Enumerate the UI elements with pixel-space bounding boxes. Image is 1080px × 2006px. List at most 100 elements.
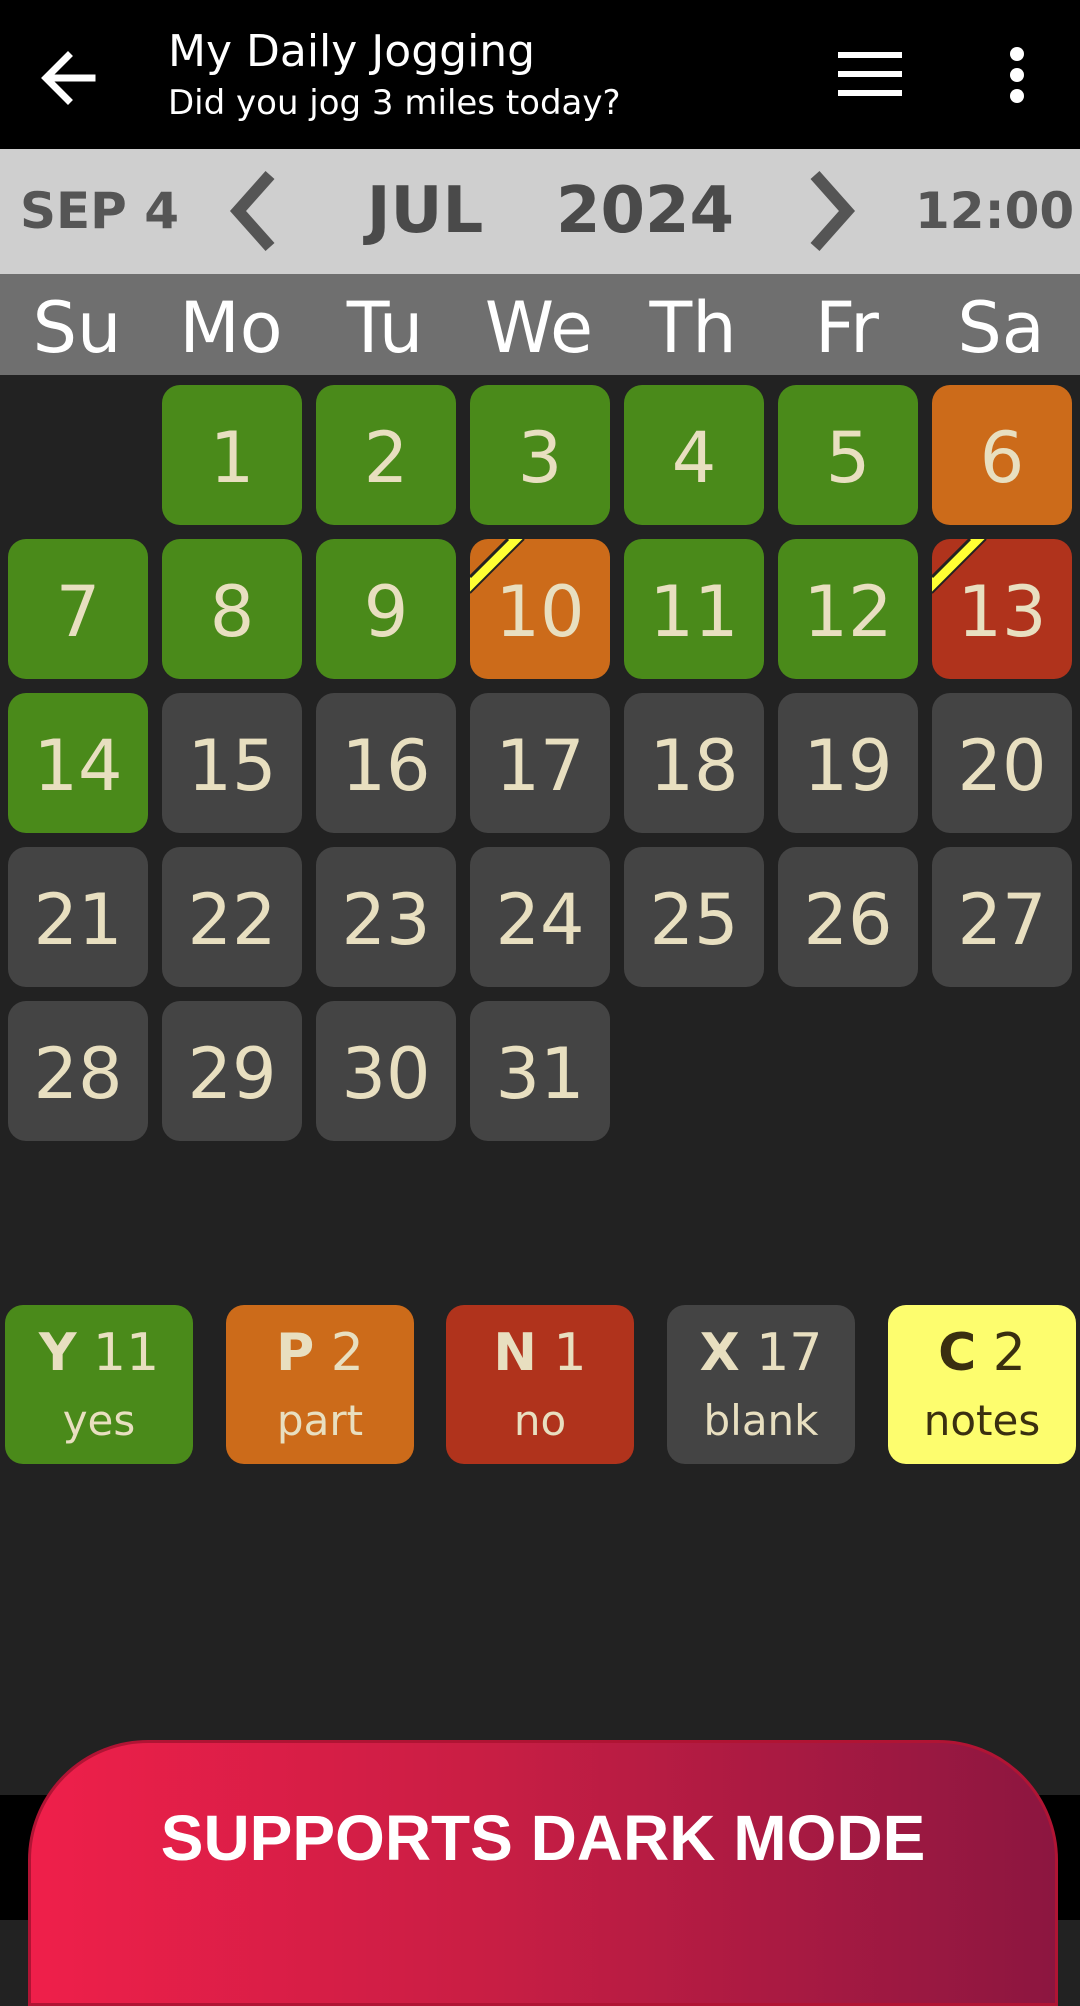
- hamburger-icon: [838, 52, 902, 96]
- day-number: 13: [957, 571, 1047, 653]
- day-number: 15: [187, 725, 277, 807]
- day-cell[interactable]: 24: [470, 847, 610, 987]
- day-cell[interactable]: 28: [8, 1001, 148, 1141]
- day-cell[interactable]: 20: [932, 693, 1072, 833]
- previous-month-button[interactable]: [220, 171, 290, 251]
- day-number: 1: [209, 417, 255, 499]
- day-cell[interactable]: 29: [162, 1001, 302, 1141]
- day-cell[interactable]: 5: [778, 385, 918, 525]
- app-title: My Daily Jogging: [168, 26, 536, 77]
- day-cell[interactable]: 16: [316, 693, 456, 833]
- day-number: 19: [803, 725, 893, 807]
- weekday-wednesday: We: [484, 287, 594, 369]
- weekday-sunday: Su: [32, 287, 122, 369]
- summary-tile-yes[interactable]: Y 11 yes: [5, 1305, 193, 1464]
- day-number: 10: [495, 571, 585, 653]
- day-number: 29: [187, 1033, 277, 1115]
- day-cell[interactable]: 3: [470, 385, 610, 525]
- summary-label: blank: [703, 1396, 819, 1445]
- summary-label: yes: [62, 1396, 136, 1445]
- day-cell[interactable]: 17: [470, 693, 610, 833]
- summary-key: Y: [38, 1323, 77, 1383]
- month-label[interactable]: JUL: [340, 149, 510, 274]
- day-cell[interactable]: 15: [162, 693, 302, 833]
- day-number: 14: [33, 725, 123, 807]
- day-cell[interactable]: 12: [778, 539, 918, 679]
- day-cell[interactable]: 22: [162, 847, 302, 987]
- summary-count: 2: [992, 1323, 1026, 1383]
- summary-tile-no[interactable]: N 1 no: [446, 1305, 634, 1464]
- day-number: 27: [957, 879, 1047, 961]
- year-label[interactable]: 2024: [550, 149, 740, 274]
- day-number: 3: [517, 417, 563, 499]
- summary-count: 11: [93, 1323, 160, 1383]
- next-month-button[interactable]: [795, 171, 865, 251]
- day-cell[interactable]: 31: [470, 1001, 610, 1141]
- weekday-tuesday: Tu: [346, 287, 424, 369]
- day-number: 2: [363, 417, 409, 499]
- day-cell[interactable]: 11: [624, 539, 764, 679]
- day-cell[interactable]: 10: [470, 539, 610, 679]
- day-cell[interactable]: 18: [624, 693, 764, 833]
- app-bar: My Daily Jogging Did you jog 3 miles tod…: [0, 0, 1080, 149]
- banner-text: SUPPORTS DARK MODE: [160, 1802, 926, 1874]
- day-number: 6: [979, 417, 1025, 499]
- day-cell[interactable]: 21: [8, 847, 148, 987]
- summary-tile-blank[interactable]: X 17 blank: [667, 1305, 855, 1464]
- today-button[interactable]: SEP 4: [20, 149, 179, 274]
- day-number: 7: [55, 571, 101, 653]
- day-number: 28: [33, 1033, 123, 1115]
- day-cell[interactable]: 19: [778, 693, 918, 833]
- menu-button[interactable]: [830, 44, 910, 104]
- day-cell[interactable]: 26: [778, 847, 918, 987]
- weekday-thursday: Th: [649, 287, 737, 369]
- date-navigation: SEP 4 JUL 2024 12:00: [0, 149, 1080, 274]
- day-cell[interactable]: 7: [8, 539, 148, 679]
- day-cell[interactable]: 14: [8, 693, 148, 833]
- time-label[interactable]: 12:00: [915, 149, 1074, 274]
- summary-key: X: [699, 1323, 740, 1383]
- day-number: 25: [649, 879, 739, 961]
- summary-key: N: [493, 1323, 537, 1383]
- day-cell[interactable]: 4: [624, 385, 764, 525]
- summary-label: notes: [923, 1396, 1041, 1445]
- day-number: 21: [33, 879, 123, 961]
- summary-label: part: [276, 1396, 364, 1445]
- weekday-saturday: Sa: [957, 287, 1045, 369]
- summary-count: 17: [756, 1323, 823, 1383]
- day-cell[interactable]: 13: [932, 539, 1072, 679]
- day-cell[interactable]: 2: [316, 385, 456, 525]
- chevron-right-icon: [810, 171, 856, 251]
- day-cell[interactable]: 27: [932, 847, 1072, 987]
- summary-label: no: [513, 1396, 567, 1445]
- day-number: 20: [957, 725, 1047, 807]
- summary-tile-notes[interactable]: C 2 notes: [888, 1305, 1076, 1464]
- day-cell[interactable]: 25: [624, 847, 764, 987]
- day-number: 23: [341, 879, 431, 961]
- weekday-friday: Fr: [815, 287, 879, 369]
- day-cell[interactable]: 8: [162, 539, 302, 679]
- day-number: 12: [803, 571, 893, 653]
- day-cell[interactable]: 30: [316, 1001, 456, 1141]
- weekday-header: Su Mo Tu We Th Fr Sa: [0, 274, 1080, 375]
- more-options-button[interactable]: [990, 40, 1040, 110]
- back-button[interactable]: [34, 38, 114, 118]
- day-number: 31: [495, 1033, 585, 1115]
- day-number: 24: [495, 879, 585, 961]
- day-cell[interactable]: 23: [316, 847, 456, 987]
- chevron-left-icon: [229, 171, 275, 251]
- day-number: 9: [363, 571, 409, 653]
- summary-count: 1: [553, 1323, 587, 1383]
- day-number: 5: [825, 417, 871, 499]
- promo-banner: SUPPORTS DARK MODE: [28, 1740, 1058, 2006]
- day-number: 11: [649, 571, 739, 653]
- day-number: 4: [671, 417, 717, 499]
- summary-tile-part[interactable]: P 2 part: [226, 1305, 414, 1464]
- day-cell[interactable]: 9: [316, 539, 456, 679]
- arrow-left-icon: [41, 51, 96, 105]
- more-vertical-icon: [1010, 47, 1024, 103]
- day-number: 18: [649, 725, 739, 807]
- day-cell[interactable]: 1: [162, 385, 302, 525]
- weekday-monday: Mo: [179, 287, 283, 369]
- day-cell[interactable]: 6: [932, 385, 1072, 525]
